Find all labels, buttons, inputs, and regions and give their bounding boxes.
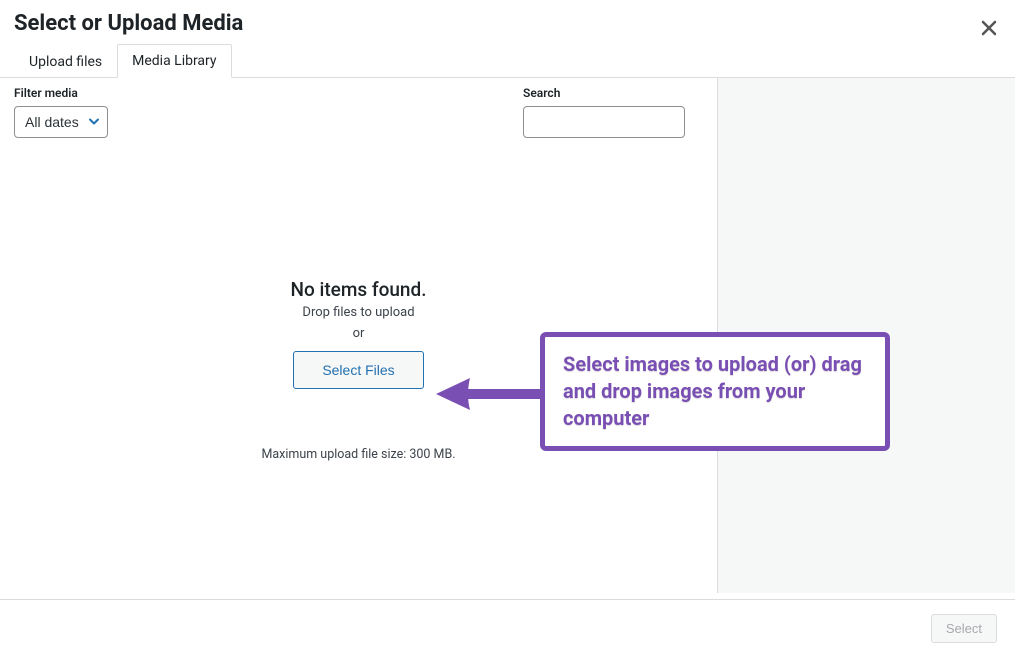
- search-group: Search: [523, 86, 685, 138]
- empty-drop-hint: Drop files to upload: [0, 305, 717, 320]
- tabs: Upload files Media Library: [0, 44, 1015, 78]
- modal-footer: Select: [0, 599, 1015, 657]
- media-modal: Select or Upload Media Upload files Medi…: [0, 0, 1015, 657]
- filter-dates-select-wrap: All dates: [14, 106, 108, 138]
- filter-dates-select[interactable]: All dates: [14, 106, 108, 138]
- close-icon: [981, 20, 997, 36]
- empty-title: No items found.: [0, 278, 717, 301]
- filters-row: Filter media All dates Search: [0, 78, 717, 138]
- annotation-text: Select images to upload (or) drag and dr…: [563, 351, 867, 432]
- annotation-callout: Select images to upload (or) drag and dr…: [540, 332, 890, 451]
- filter-media-label: Filter media: [14, 86, 108, 100]
- close-button[interactable]: [977, 16, 1001, 40]
- modal-header: Select or Upload Media: [0, 0, 1015, 38]
- select-files-button[interactable]: Select Files: [293, 351, 423, 389]
- tab-media-library[interactable]: Media Library: [117, 44, 231, 78]
- search-input[interactable]: [523, 106, 685, 138]
- tab-upload-files[interactable]: Upload files: [14, 45, 117, 78]
- search-label: Search: [523, 86, 685, 100]
- filter-media-group: Filter media All dates: [14, 86, 108, 138]
- select-button[interactable]: Select: [931, 614, 997, 643]
- modal-title: Select or Upload Media: [14, 10, 1001, 38]
